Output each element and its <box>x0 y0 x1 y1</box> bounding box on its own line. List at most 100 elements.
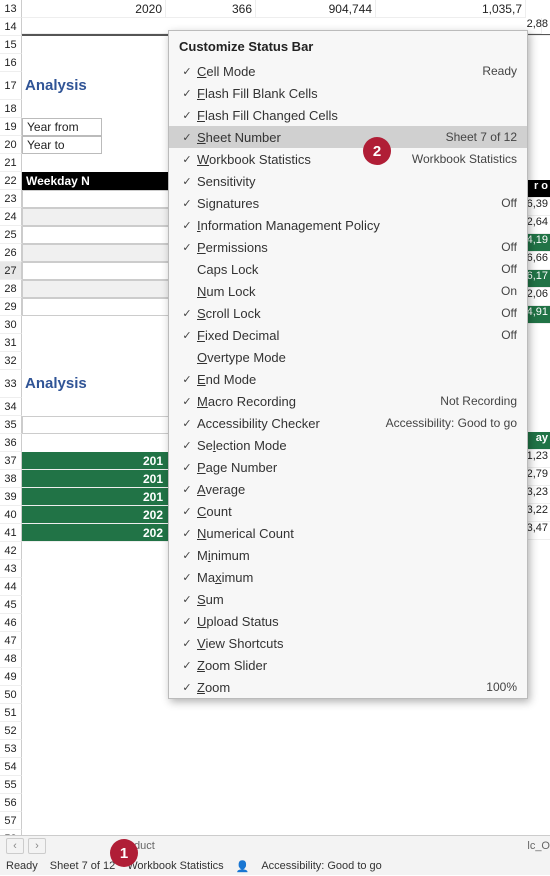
cell-b13[interactable]: 2020 <box>22 0 166 18</box>
menu-item-flash-fill-changed-cells[interactable]: ✓Flash Fill Changed Cells <box>169 104 527 126</box>
menu-item-num-lock[interactable]: Num LockOn <box>169 280 527 302</box>
menu-item-label: Selection Mode <box>197 438 517 453</box>
cell-e13[interactable]: 1,035,7 <box>376 0 526 18</box>
row-header[interactable]: 42 <box>0 542 22 560</box>
year-cell[interactable]: 202 <box>22 524 170 542</box>
menu-item-selection-mode[interactable]: ✓Selection Mode <box>169 434 527 456</box>
row-header[interactable]: 33 <box>0 370 22 398</box>
menu-item-view-shortcuts[interactable]: ✓View Shortcuts <box>169 632 527 654</box>
row-header[interactable]: 30 <box>0 316 22 334</box>
row-header[interactable]: 51 <box>0 704 22 722</box>
row-header[interactable]: 36 <box>0 434 22 452</box>
row-header[interactable]: 14 <box>0 18 22 36</box>
cell-c13[interactable]: 366 <box>166 0 256 18</box>
row-header[interactable]: 34 <box>0 398 22 416</box>
row-header[interactable]: 53 <box>0 740 22 758</box>
row-header[interactable]: 46 <box>0 614 22 632</box>
row-header[interactable]: 50 <box>0 686 22 704</box>
year-to-label[interactable]: Year to <box>22 136 102 154</box>
menu-item-zoom[interactable]: ✓Zoom100% <box>169 676 527 698</box>
cell-d13[interactable]: 904,744 <box>256 0 376 18</box>
year-cell[interactable]: 201 <box>22 470 170 488</box>
menu-item-label: Average <box>197 482 517 497</box>
menu-item-scroll-lock[interactable]: ✓Scroll LockOff <box>169 302 527 324</box>
menu-item-page-number[interactable]: ✓Page Number <box>169 456 527 478</box>
menu-item-end-mode[interactable]: ✓End Mode <box>169 368 527 390</box>
year-cell[interactable]: 202 <box>22 506 170 524</box>
customize-status-bar-menu[interactable]: Customize Status Bar ✓Cell ModeReady✓Fla… <box>168 30 528 699</box>
status-accessibility[interactable]: Accessibility: Good to go <box>261 860 381 872</box>
bottom-bar: ‹ › duct lc_O Ready Sheet 7 of 12 Workbo… <box>0 835 550 875</box>
row-header[interactable]: 29 <box>0 298 22 316</box>
row-header[interactable]: 17 <box>0 72 22 100</box>
row-header[interactable]: 44 <box>0 578 22 596</box>
menu-item-zoom-slider[interactable]: ✓Zoom Slider <box>169 654 527 676</box>
check-icon: ✓ <box>177 549 197 562</box>
prev-sheet-button[interactable]: ‹ <box>6 838 24 854</box>
row-header[interactable]: 52 <box>0 722 22 740</box>
row-header[interactable]: 18 <box>0 100 22 118</box>
row-header[interactable]: 40 <box>0 506 22 524</box>
status-workbook-stats[interactable]: Workbook Statistics <box>127 860 223 872</box>
row-header[interactable]: 55 <box>0 776 22 794</box>
menu-item-count[interactable]: ✓Count <box>169 500 527 522</box>
row-header[interactable]: 32 <box>0 352 22 370</box>
menu-item-caps-lock[interactable]: Caps LockOff <box>169 258 527 280</box>
year-cell[interactable]: 201 <box>22 452 170 470</box>
menu-item-signatures[interactable]: ✓SignaturesOff <box>169 192 527 214</box>
row-header[interactable]: 26 <box>0 244 22 262</box>
row-header[interactable]: 54 <box>0 758 22 776</box>
menu-item-cell-mode[interactable]: ✓Cell ModeReady <box>169 60 527 82</box>
row-header[interactable]: 21 <box>0 154 22 172</box>
menu-item-status: Accessibility: Good to go <box>386 416 517 430</box>
menu-item-maximum[interactable]: ✓Maximum <box>169 566 527 588</box>
menu-item-macro-recording[interactable]: ✓Macro RecordingNot Recording <box>169 390 527 412</box>
menu-item-sheet-number[interactable]: ✓Sheet NumberSheet 7 of 12 <box>169 126 527 148</box>
row-header[interactable]: 20 <box>0 136 22 154</box>
row-header[interactable]: 39 <box>0 488 22 506</box>
menu-item-sensitivity[interactable]: ✓Sensitivity <box>169 170 527 192</box>
menu-item-overtype-mode[interactable]: Overtype Mode <box>169 346 527 368</box>
row-header[interactable]: 27 <box>0 262 22 280</box>
row-header[interactable]: 45 <box>0 596 22 614</box>
menu-item-average[interactable]: ✓Average <box>169 478 527 500</box>
check-icon: ✓ <box>177 461 197 474</box>
row-header[interactable]: 25 <box>0 226 22 244</box>
row-header[interactable]: 38 <box>0 470 22 488</box>
status-bar[interactable]: Ready Sheet 7 of 12 Workbook Statistics … <box>0 856 550 876</box>
row-header[interactable]: 48 <box>0 650 22 668</box>
menu-item-status: 100% <box>486 680 517 694</box>
year-cell[interactable]: 201 <box>22 488 170 506</box>
year-from-label[interactable]: Year from <box>22 118 102 136</box>
row-header[interactable]: 41 <box>0 524 22 542</box>
menu-item-fixed-decimal[interactable]: ✓Fixed DecimalOff <box>169 324 527 346</box>
row-header[interactable]: 57 <box>0 812 22 830</box>
row-header[interactable]: 35 <box>0 416 22 434</box>
row-header[interactable]: 49 <box>0 668 22 686</box>
menu-item-permissions[interactable]: ✓PermissionsOff <box>169 236 527 258</box>
row-header[interactable]: 24 <box>0 208 22 226</box>
check-icon: ✓ <box>177 681 197 694</box>
row-header[interactable]: 28 <box>0 280 22 298</box>
row-header[interactable]: 22 <box>0 172 22 190</box>
menu-item-numerical-count[interactable]: ✓Numerical Count <box>169 522 527 544</box>
row-header[interactable]: 23 <box>0 190 22 208</box>
menu-item-workbook-statistics[interactable]: ✓Workbook StatisticsWorkbook Statistics <box>169 148 527 170</box>
menu-item-information-management-policy[interactable]: ✓Information Management Policy <box>169 214 527 236</box>
menu-item-sum[interactable]: ✓Sum <box>169 588 527 610</box>
menu-item-minimum[interactable]: ✓Minimum <box>169 544 527 566</box>
row-header[interactable]: 56 <box>0 794 22 812</box>
row-header[interactable]: 43 <box>0 560 22 578</box>
row-header[interactable]: 47 <box>0 632 22 650</box>
row-header[interactable]: 37 <box>0 452 22 470</box>
row-header[interactable]: 19 <box>0 118 22 136</box>
menu-item-upload-status[interactable]: ✓Upload Status <box>169 610 527 632</box>
menu-item-accessibility-checker[interactable]: ✓Accessibility CheckerAccessibility: Goo… <box>169 412 527 434</box>
row-header[interactable]: 13 <box>0 0 22 18</box>
row-header[interactable]: 15 <box>0 36 22 54</box>
menu-item-label: Macro Recording <box>197 394 440 409</box>
next-sheet-button[interactable]: › <box>28 838 46 854</box>
row-header[interactable]: 31 <box>0 334 22 352</box>
row-header[interactable]: 16 <box>0 54 22 72</box>
menu-item-flash-fill-blank-cells[interactable]: ✓Flash Fill Blank Cells <box>169 82 527 104</box>
